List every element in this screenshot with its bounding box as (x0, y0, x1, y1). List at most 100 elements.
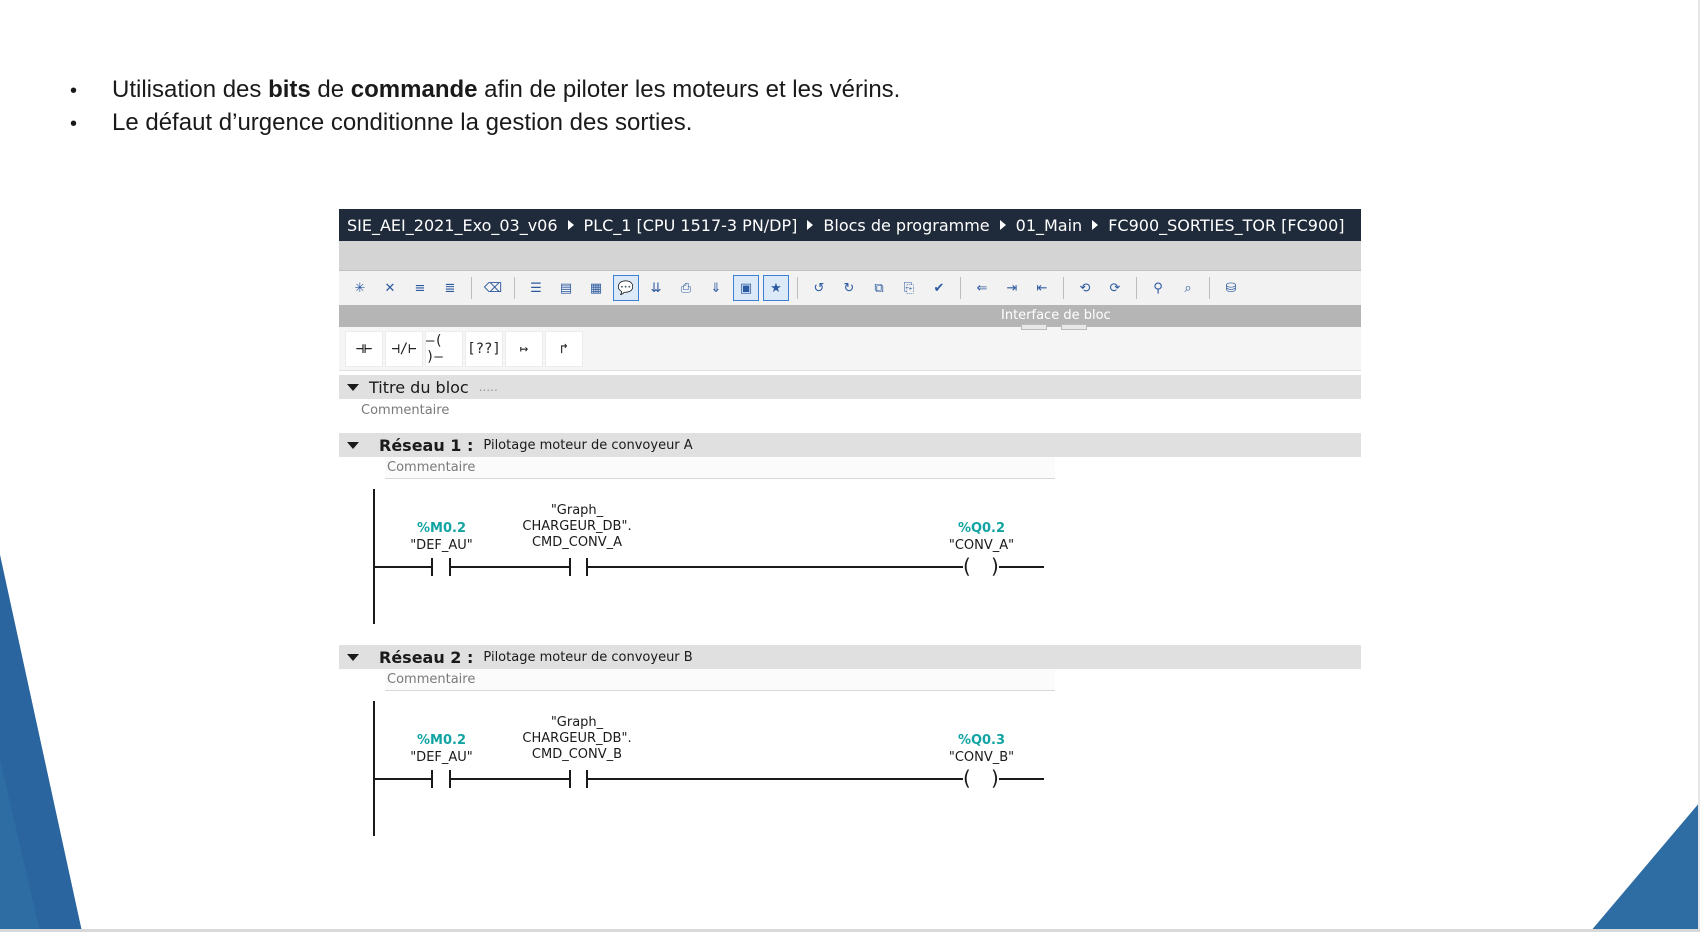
title-bar-spacer (339, 241, 1361, 271)
insert-row-icon[interactable]: ≡ (407, 275, 433, 301)
absolute-operands-icon[interactable]: ▣ (733, 275, 759, 301)
contact-address[interactable]: %M0.2 (399, 733, 484, 748)
contact-operand[interactable]: "Graph_ CHARGEUR_DB". CMD_CONV_B (517, 715, 637, 763)
breadcrumb: SIE_AEI_2021_Exo_03_v06 PLC_1 [CPU 1517-… (339, 209, 1361, 241)
splitter-handle[interactable] (1061, 324, 1087, 330)
toolbar-separator (960, 277, 961, 299)
operand-line: CMD_CONV_A (531, 535, 623, 550)
window-icon[interactable]: ▤ (553, 275, 579, 301)
wire (999, 778, 1044, 780)
monitor-icon[interactable]: ⎙ (673, 275, 699, 301)
power-rail (373, 489, 375, 624)
toolbar-separator (797, 277, 798, 299)
indent-icon[interactable]: ⇥ (999, 275, 1025, 301)
wire (999, 566, 1044, 568)
expand-icon[interactable]: ⇊ (643, 275, 669, 301)
database-icon[interactable]: ⛁ (1218, 275, 1244, 301)
block-title-dots: ..... (478, 380, 498, 394)
contact-symbol[interactable]: "DEF_AU" (394, 538, 489, 554)
operand-line: CHARGEUR_DB". (522, 519, 632, 534)
editor-toolbar: ✳ ✕ ≡ ≣ ⌫ ☰ ▤ ▦ 💬 ⇊ ⎙ ⇓ ▣ ★ ↺ ↻ ⧉ ⎘ ✔ ⇐ … (339, 271, 1361, 305)
block-interface-bar[interactable]: Interface de bloc (339, 305, 1361, 330)
network-title[interactable]: Pilotage moteur de convoyeur A (483, 438, 692, 453)
coil-right-icon[interactable]: ) (991, 556, 999, 576)
outdent-icon[interactable]: ⇤ (1029, 275, 1055, 301)
close-branch-icon[interactable]: ↱ (545, 330, 583, 367)
bullet-text: Le défaut d’urgence conditionne la gesti… (112, 109, 693, 136)
coil-left-icon[interactable]: ( (963, 556, 971, 576)
network-comment[interactable]: Commentaire (385, 457, 1055, 479)
previous-icon[interactable]: ⟲ (1072, 275, 1098, 301)
network-2-ladder: %M0.2 "DEF_AU" "Graph_ CHARGEUR_DB". CMD… (339, 691, 1361, 851)
open-branch-icon[interactable]: ↦ (505, 330, 543, 367)
monitoring-glasses-icon[interactable]: ⌕ (1175, 275, 1201, 301)
check-icon[interactable]: ✔ (926, 275, 952, 301)
contact-symbol[interactable]: "DEF_AU" (394, 750, 489, 766)
network-title[interactable]: Pilotage moteur de convoyeur B (483, 650, 692, 665)
coil-left-icon[interactable]: ( (963, 768, 971, 788)
breadcrumb-separator-icon (1092, 220, 1099, 230)
favorites-icon[interactable]: ★ (763, 275, 789, 301)
bullet-text: Utilisation des bits de commande afin de… (112, 76, 901, 103)
eraser-icon[interactable]: ⌫ (480, 275, 506, 301)
rewire-icon[interactable]: ↺ (806, 275, 832, 301)
breadcrumb-item[interactable]: PLC_1 [CPU 1517-3 PN/DP] (584, 216, 798, 235)
block-comment[interactable]: Commentaire (339, 399, 1361, 421)
add-row-icon[interactable]: ≣ (437, 275, 463, 301)
bullet-item: • Utilisation des bits de commande afin … (70, 74, 900, 107)
insert-network-icon[interactable]: ✳ (347, 275, 373, 301)
network-comment[interactable]: Commentaire (385, 669, 1055, 691)
block-interface-label: Interface de bloc (1001, 308, 1111, 323)
collapse-triangle-icon[interactable] (347, 441, 359, 449)
paste-icon[interactable]: ⎘ (896, 275, 922, 301)
toolbar-separator (514, 277, 515, 299)
collapse-triangle-icon[interactable] (347, 653, 359, 661)
comment-icon[interactable]: 💬 (613, 275, 639, 301)
breadcrumb-item[interactable]: 01_Main (1016, 216, 1083, 235)
contact-address[interactable]: %M0.2 (399, 521, 484, 536)
search-icon[interactable]: ⚲ (1145, 275, 1171, 301)
no-contact-icon[interactable]: ⊣⊢ (345, 330, 383, 367)
coil-address[interactable]: %Q0.2 (939, 521, 1024, 536)
bullet-dot: • (70, 113, 78, 135)
splitter-handle[interactable] (1021, 324, 1047, 330)
remove-wire-icon[interactable]: ↻ (836, 275, 862, 301)
network-label: Réseau 2 : (379, 647, 474, 667)
goto-icon[interactable]: ⇐ (969, 275, 995, 301)
breadcrumb-item[interactable]: SIE_AEI_2021_Exo_03_v06 (347, 216, 558, 235)
collapse-triangle-icon[interactable] (347, 383, 359, 391)
next-icon[interactable]: ⟳ (1102, 275, 1128, 301)
bullet-dot: • (70, 80, 78, 102)
network-1-ladder: %M0.2 "DEF_AU" "Graph_ CHARGEUR_DB". CMD… (339, 479, 1361, 639)
contact-left-bar (569, 558, 571, 576)
coil-address[interactable]: %Q0.3 (939, 733, 1024, 748)
breadcrumb-item[interactable]: FC900_SORTIES_TOR [FC900] (1108, 216, 1344, 235)
breadcrumb-separator-icon (567, 220, 574, 230)
slide-decoration-right (1590, 802, 1700, 932)
toolbar-separator (1136, 277, 1137, 299)
network-1-header[interactable]: Réseau 1 : Pilotage moteur de convoyeur … (339, 433, 1361, 457)
toolbar-separator (471, 277, 472, 299)
delete-network-icon[interactable]: ✕ (377, 275, 403, 301)
ladder-instruction-bar: ⊣⊢ ⊣/⊢ –( )– [??] ↦ ↱ (339, 327, 1361, 371)
window-dark-icon[interactable]: ▦ (583, 275, 609, 301)
toolbar-separator (1063, 277, 1064, 299)
empty-box-icon[interactable]: [??] (465, 330, 503, 367)
coil-icon[interactable]: –( )– (425, 330, 463, 367)
wire (451, 778, 569, 780)
nc-contact-icon[interactable]: ⊣/⊢ (385, 330, 423, 367)
network-expand-icon[interactable]: ⇓ (703, 275, 729, 301)
copy-icon[interactable]: ⧉ (866, 275, 892, 301)
block-title-header[interactable]: Titre du bloc ..... (339, 375, 1361, 399)
coil-symbol[interactable]: "CONV_B" (934, 750, 1029, 766)
contact-operand[interactable]: "Graph_ CHARGEUR_DB". CMD_CONV_A (517, 503, 637, 551)
breadcrumb-item[interactable]: Blocs de programme (823, 216, 989, 235)
toolbar-separator (1209, 277, 1210, 299)
wire (451, 566, 569, 568)
network-label: Réseau 1 : (379, 435, 474, 455)
coil-symbol[interactable]: "CONV_A" (934, 538, 1029, 554)
wire (588, 778, 963, 780)
list-icon[interactable]: ☰ (523, 275, 549, 301)
coil-right-icon[interactable]: ) (991, 768, 999, 788)
network-2-header[interactable]: Réseau 2 : Pilotage moteur de convoyeur … (339, 645, 1361, 669)
